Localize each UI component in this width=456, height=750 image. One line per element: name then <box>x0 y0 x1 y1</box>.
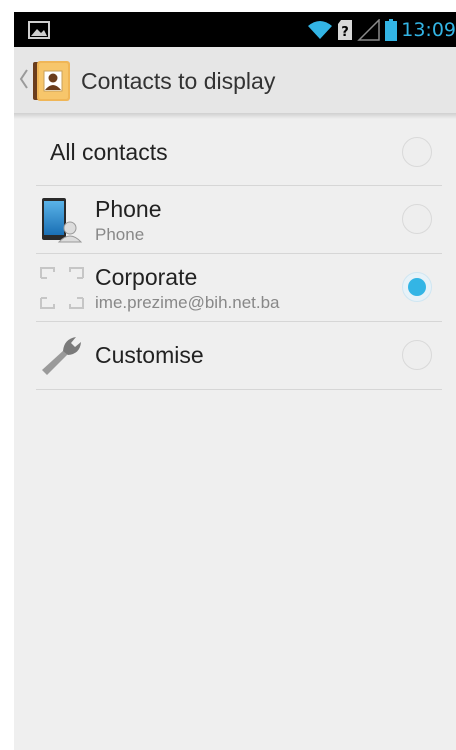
radio-button[interactable] <box>402 137 432 167</box>
no-sim-icon: ? <box>338 19 353 40</box>
list-item-title: Customise <box>95 342 204 368</box>
radio-button-selected[interactable] <box>402 272 432 302</box>
list-item-phone[interactable]: Phone Phone <box>36 186 442 254</box>
radio-button[interactable] <box>402 204 432 234</box>
account-filter-list: All contacts Phone Phone Corporate ime.p… <box>36 119 442 390</box>
status-time: 13:09 <box>401 18 456 41</box>
status-bar: ? 13:09 <box>14 12 456 47</box>
list-item-all-contacts[interactable]: All contacts <box>36 119 442 186</box>
up-caret-icon[interactable] <box>19 67 29 91</box>
app-screen: ? 13:09 Contacts to display All contacts <box>14 12 456 750</box>
radio-button[interactable] <box>402 340 432 370</box>
svg-text:?: ? <box>341 25 349 40</box>
list-item-customise[interactable]: Customise <box>36 322 442 390</box>
list-item-title: All contacts <box>50 139 168 165</box>
page-title: Contacts to display <box>81 68 276 94</box>
list-item-subtitle: Phone <box>95 225 145 244</box>
list-item-corporate[interactable]: Corporate ime.prezime@bih.net.ba <box>36 254 442 322</box>
image-notification-icon <box>28 21 50 39</box>
wifi-icon <box>308 20 333 39</box>
wrench-icon <box>42 337 81 375</box>
battery-icon <box>385 18 398 41</box>
signal-icon <box>357 18 380 41</box>
list-item-title: Corporate <box>95 264 198 290</box>
phone-account-icon <box>42 198 83 243</box>
list-item-title: Phone <box>95 196 162 222</box>
list-item-subtitle: ime.prezime@bih.net.ba <box>95 293 280 312</box>
corporate-account-icon <box>40 267 84 309</box>
contacts-app-icon[interactable] <box>33 61 71 101</box>
